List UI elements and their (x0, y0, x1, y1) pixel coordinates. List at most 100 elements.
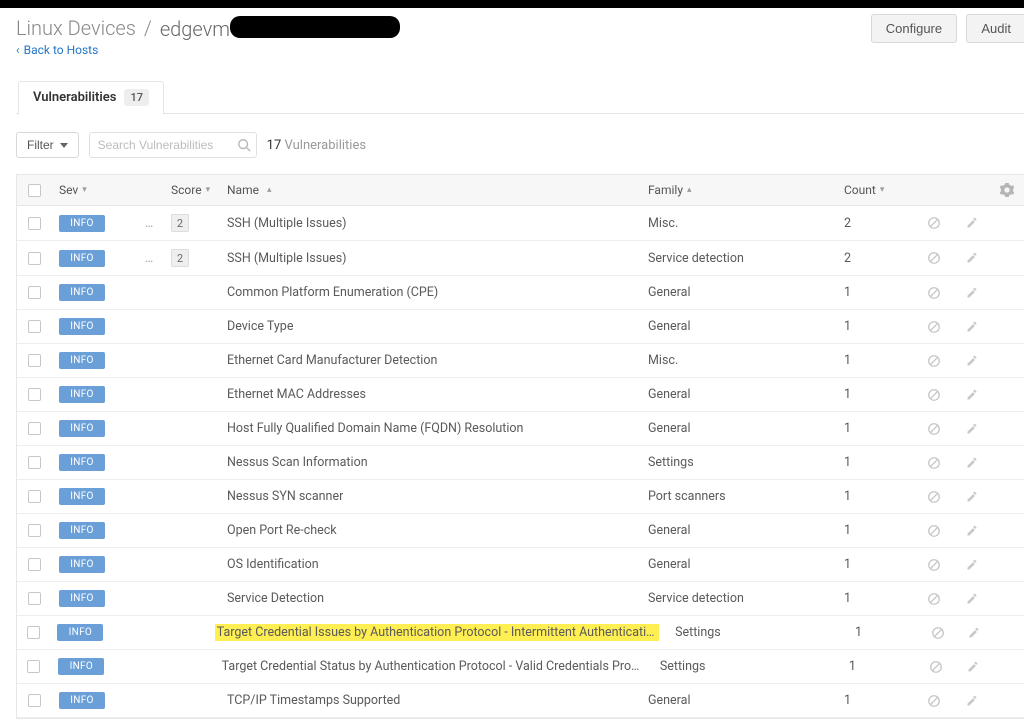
edit-cell[interactable] (954, 209, 990, 237)
edit-cell[interactable] (954, 381, 990, 409)
row-checkbox[interactable] (28, 354, 41, 367)
row-checkbox[interactable] (28, 456, 41, 469)
col-header-score[interactable]: Score▾ (163, 175, 219, 205)
filter-button[interactable]: Filter (16, 132, 79, 158)
status-cell[interactable] (914, 278, 954, 308)
severity-badge: INFO (59, 522, 105, 539)
row-checkbox[interactable] (28, 592, 41, 605)
row-checkbox[interactable] (28, 558, 41, 571)
back-to-hosts-link[interactable]: ‹ Back to Hosts (16, 43, 98, 57)
table-row[interactable]: INFONessus Scan InformationSettings1 (17, 446, 1024, 480)
status-cell[interactable] (914, 482, 954, 512)
col-header-family[interactable]: Family▴ (640, 175, 836, 205)
vuln-name[interactable]: Service Detection (227, 591, 324, 606)
vuln-name[interactable]: Target Credential Status by Authenticati… (222, 659, 644, 674)
edit-cell[interactable] (954, 244, 990, 272)
vuln-name[interactable]: Target Credential Issues by Authenticati… (215, 624, 659, 641)
table-row[interactable]: INFOHost Fully Qualified Domain Name (FQ… (17, 412, 1024, 446)
edit-cell[interactable] (954, 279, 990, 307)
status-cell[interactable] (914, 550, 954, 580)
vuln-name[interactable]: Ethernet MAC Addresses (227, 387, 366, 402)
status-cell[interactable] (914, 686, 954, 716)
row-checkbox[interactable] (27, 626, 40, 639)
status-cell[interactable] (920, 618, 958, 648)
status-cell[interactable] (914, 448, 954, 478)
vuln-name[interactable]: Common Platform Enumeration (CPE) (227, 285, 438, 300)
row-menu-icon[interactable]: … (145, 251, 153, 266)
row-menu-icon[interactable]: … (145, 216, 153, 231)
row-checkbox[interactable] (28, 490, 41, 503)
select-all-checkbox[interactable] (28, 184, 41, 197)
edit-cell[interactable] (954, 483, 990, 511)
configure-button[interactable]: Configure (871, 14, 957, 43)
breadcrumb-leaf: edgevm (160, 14, 400, 41)
status-cell[interactable] (914, 346, 954, 376)
edit-cell[interactable] (954, 415, 990, 443)
status-cell[interactable] (914, 380, 954, 410)
row-checkbox[interactable] (28, 320, 41, 333)
table-row[interactable]: INFOEthernet MAC AddressesGeneral1 (17, 378, 1024, 412)
edit-cell[interactable] (954, 449, 990, 477)
table-row[interactable]: INFO…2SSH (Multiple Issues)Misc.2 (17, 206, 1024, 241)
col-header-count[interactable]: Count▾ (836, 175, 914, 205)
col-header-name[interactable]: Name▴ (219, 175, 640, 205)
status-cell[interactable] (914, 312, 954, 342)
table-row[interactable]: INFOOpen Port Re-checkGeneral1 (17, 514, 1024, 548)
status-cell[interactable] (914, 208, 954, 238)
vuln-name[interactable]: Nessus Scan Information (227, 455, 368, 470)
row-checkbox[interactable] (28, 286, 41, 299)
row-checkbox[interactable] (27, 660, 40, 673)
row-checkbox[interactable] (28, 388, 41, 401)
table-row[interactable]: INFONessus SYN scannerPort scanners1 (17, 480, 1024, 514)
edit-cell[interactable] (955, 653, 990, 681)
status-cell[interactable] (914, 516, 954, 546)
status-cell[interactable] (914, 414, 954, 444)
table-row[interactable]: INFODevice TypeGeneral1 (17, 310, 1024, 344)
circle-slash-icon (927, 592, 941, 606)
edit-cell[interactable] (954, 585, 990, 613)
table-row[interactable]: INFO…2SSH (Multiple Issues)Service detec… (17, 241, 1024, 276)
table-row[interactable]: INFOTarget Credential Status by Authenti… (17, 650, 1024, 684)
row-checkbox[interactable] (28, 217, 41, 230)
col-header-sev[interactable]: Sev▾ (51, 175, 135, 205)
edit-cell[interactable] (954, 551, 990, 579)
row-checkbox[interactable] (28, 252, 41, 265)
columns-settings-button[interactable] (990, 175, 1024, 205)
vuln-name[interactable]: TCP/IP Timestamps Supported (227, 693, 400, 708)
audit-button[interactable]: Audit (966, 14, 1024, 43)
row-checkbox[interactable] (28, 694, 41, 707)
status-cell[interactable] (916, 652, 955, 682)
row-checkbox[interactable] (28, 422, 41, 435)
vuln-name[interactable]: Nessus SYN scanner (227, 489, 343, 504)
vuln-name[interactable]: SSH (Multiple Issues) (227, 216, 347, 231)
status-cell[interactable] (914, 584, 954, 614)
search-input[interactable] (89, 132, 257, 158)
edit-cell[interactable] (954, 687, 990, 715)
table-row[interactable]: INFOService DetectionService detection1 (17, 582, 1024, 616)
edit-cell[interactable] (954, 517, 990, 545)
table-row[interactable]: INFOTCP/IP Timestamps SupportedGeneral1 (17, 684, 1024, 718)
vuln-count: 1 (844, 693, 851, 708)
vuln-family: General (648, 523, 691, 538)
vuln-name[interactable]: SSH (Multiple Issues) (227, 251, 347, 266)
tab-vulnerabilities[interactable]: Vulnerabilities 17 (18, 81, 164, 115)
pencil-icon (966, 695, 978, 707)
vuln-name[interactable]: Host Fully Qualified Domain Name (FQDN) … (227, 421, 523, 436)
vuln-family: Settings (675, 625, 721, 640)
status-cell[interactable] (914, 243, 954, 273)
table-row[interactable]: INFOTarget Credential Issues by Authenti… (17, 616, 1024, 650)
vuln-name[interactable]: Device Type (227, 319, 293, 334)
severity-badge: INFO (59, 215, 105, 232)
edit-cell[interactable] (954, 313, 990, 341)
edit-cell[interactable] (954, 347, 990, 375)
vuln-name[interactable]: OS Identification (227, 557, 319, 572)
edit-cell[interactable] (957, 619, 991, 647)
row-checkbox[interactable] (28, 524, 41, 537)
vuln-name[interactable]: Open Port Re-check (227, 523, 337, 538)
breadcrumb-root[interactable]: Linux Devices (16, 16, 136, 40)
table-row[interactable]: INFOOS IdentificationGeneral1 (17, 548, 1024, 582)
vuln-count: 2 (844, 216, 851, 231)
table-row[interactable]: INFOCommon Platform Enumeration (CPE)Gen… (17, 276, 1024, 310)
vuln-name[interactable]: Ethernet Card Manufacturer Detection (227, 353, 437, 368)
table-row[interactable]: INFOEthernet Card Manufacturer Detection… (17, 344, 1024, 378)
